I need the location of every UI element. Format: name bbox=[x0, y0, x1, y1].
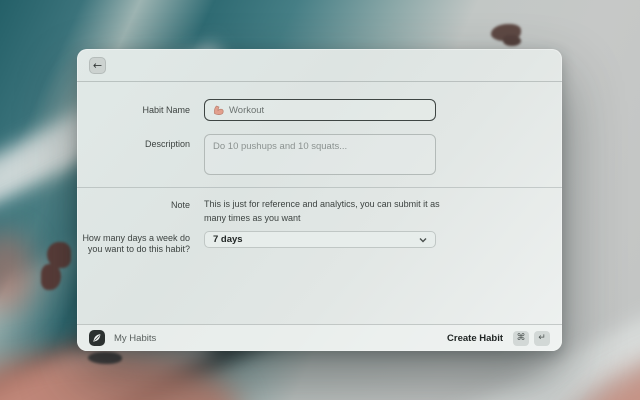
dialog-footer: My Habits Create Habit ⌘ ↵ bbox=[77, 324, 562, 351]
app-chip[interactable]: My Habits bbox=[89, 330, 156, 346]
flexed-biceps-icon bbox=[212, 104, 224, 116]
habit-name-input[interactable]: Workout bbox=[204, 99, 436, 121]
note-label: Note bbox=[77, 199, 190, 212]
create-habit-dialog: ← Habit Name Workout Description Do 10 p… bbox=[77, 49, 562, 351]
wallpaper-creature-left bbox=[39, 242, 75, 292]
days-per-week-value: 7 days bbox=[213, 234, 419, 245]
description-label: Description bbox=[77, 139, 190, 150]
app-icon bbox=[89, 330, 105, 346]
back-arrow-icon: ← bbox=[93, 60, 102, 71]
description-textarea[interactable]: Do 10 pushups and 10 squats... bbox=[204, 134, 436, 175]
section-divider bbox=[77, 187, 562, 188]
wallpaper-creature-top-right bbox=[489, 21, 527, 48]
days-per-week-select[interactable]: 7 days bbox=[204, 231, 436, 248]
chevron-down-icon bbox=[419, 237, 427, 243]
create-habit-button[interactable]: Create Habit bbox=[447, 333, 503, 344]
back-button[interactable]: ← bbox=[89, 57, 106, 74]
note-text: This is just for reference and analytics… bbox=[204, 198, 452, 225]
dialog-header: ← bbox=[77, 49, 562, 82]
command-key-icon: ⌘ bbox=[513, 331, 529, 346]
habit-name-label: Habit Name bbox=[77, 99, 190, 121]
description-placeholder: Do 10 pushups and 10 squats... bbox=[213, 141, 347, 152]
habit-name-value: Workout bbox=[229, 105, 264, 116]
days-per-week-label: How many days a week do you want to do t… bbox=[77, 233, 190, 255]
feather-icon bbox=[92, 333, 102, 343]
wallpaper-creature-bottom bbox=[88, 350, 124, 366]
footer-actions: Create Habit ⌘ ↵ bbox=[447, 331, 550, 346]
return-key-icon: ↵ bbox=[534, 331, 550, 346]
app-name-label: My Habits bbox=[114, 333, 156, 344]
